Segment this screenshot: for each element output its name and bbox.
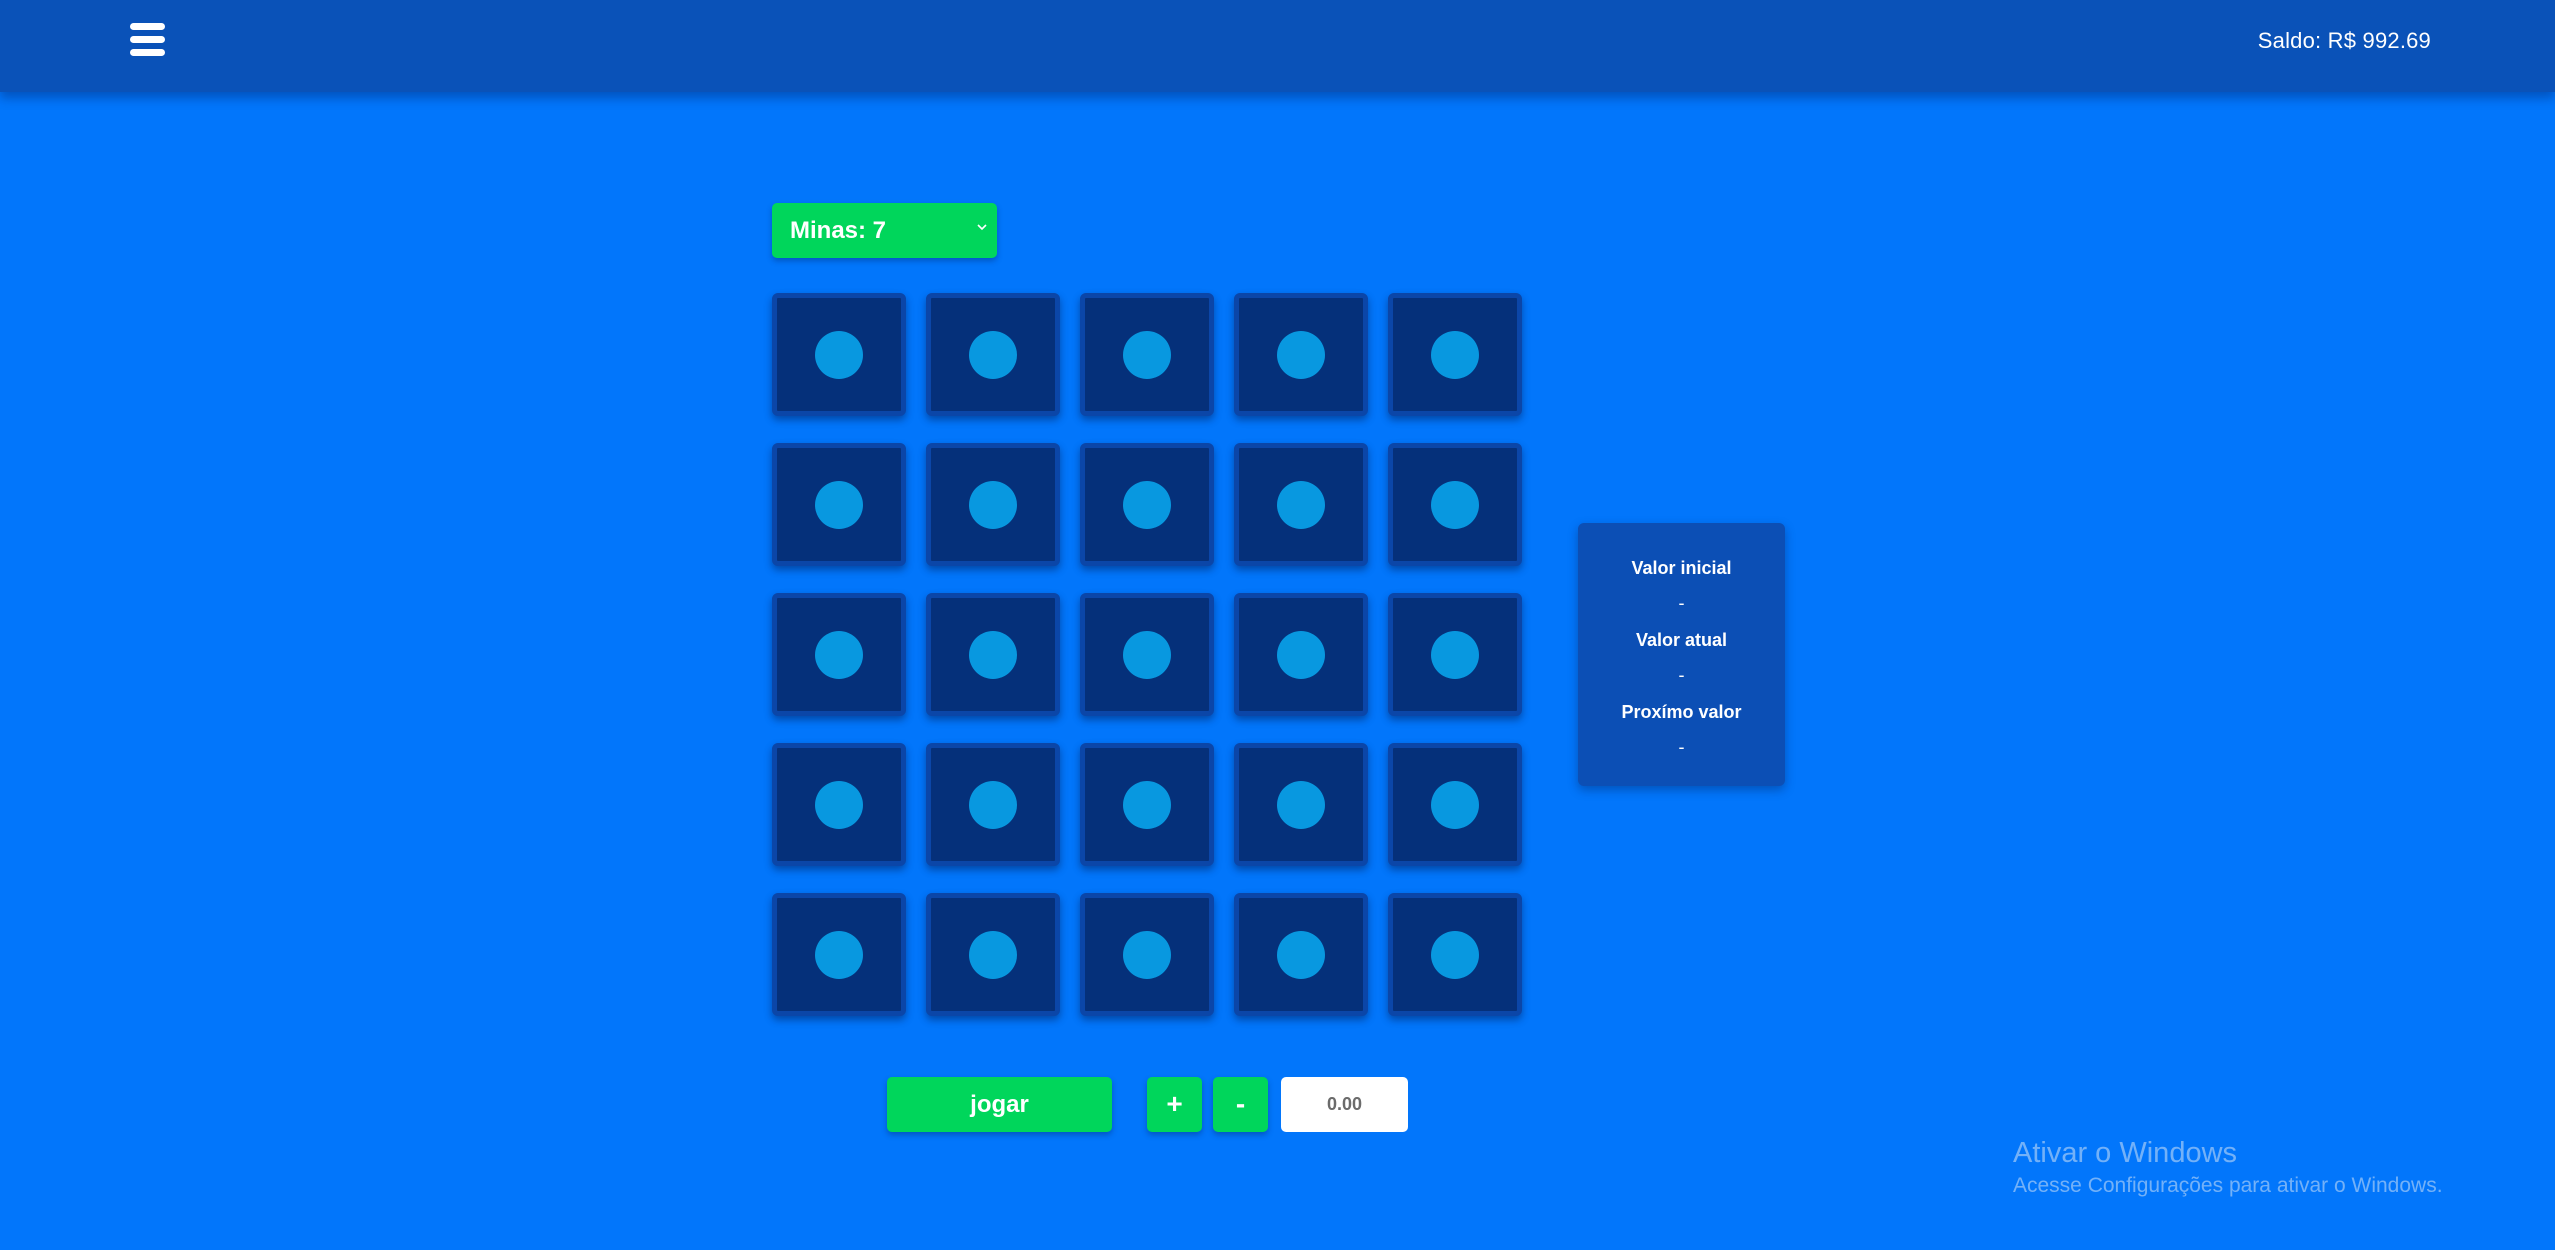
mine-cell[interactable] bbox=[926, 443, 1060, 566]
circle-icon bbox=[1123, 930, 1171, 979]
circle-icon bbox=[1431, 480, 1479, 529]
next-value: - bbox=[1678, 737, 1685, 757]
mine-cell[interactable] bbox=[1234, 743, 1368, 866]
increase-bet-button[interactable]: + bbox=[1147, 1077, 1202, 1132]
circle-icon bbox=[1123, 780, 1171, 829]
circle-icon bbox=[1277, 480, 1325, 529]
circle-icon bbox=[1123, 330, 1171, 379]
mines-select[interactable]: Minas: 7 bbox=[772, 203, 997, 258]
mine-cell[interactable] bbox=[926, 593, 1060, 716]
mine-cell[interactable] bbox=[926, 893, 1060, 1016]
circle-icon bbox=[1277, 930, 1325, 979]
balance-label: Saldo: R$ 992.69 bbox=[2257, 28, 2431, 53]
mine-cell[interactable] bbox=[1234, 893, 1368, 1016]
current-value: - bbox=[1678, 665, 1685, 685]
watermark-title: Ativar o Windows bbox=[2013, 1137, 2238, 1169]
circle-icon bbox=[969, 780, 1017, 829]
circle-icon bbox=[969, 480, 1017, 529]
play-button[interactable]: jogar bbox=[887, 1077, 1112, 1132]
mines-grid bbox=[772, 293, 1522, 1016]
windows-activation-watermark: Ativar o Windows Acesse Configurações pa… bbox=[2013, 1135, 2443, 1201]
menu-line bbox=[130, 49, 165, 56]
circle-icon bbox=[969, 330, 1017, 379]
circle-icon bbox=[1123, 480, 1171, 529]
circle-icon bbox=[1431, 630, 1479, 679]
mine-cell[interactable] bbox=[1388, 743, 1522, 866]
mine-cell[interactable] bbox=[1080, 443, 1214, 566]
top-bar: Saldo: R$ 992.69 bbox=[0, 0, 2555, 92]
mine-cell[interactable] bbox=[1080, 293, 1214, 416]
hamburger-menu-icon[interactable] bbox=[128, 20, 168, 60]
mine-cell[interactable] bbox=[772, 443, 906, 566]
mine-cell[interactable] bbox=[1388, 893, 1522, 1016]
circle-icon bbox=[815, 630, 863, 679]
mine-cell[interactable] bbox=[1234, 593, 1368, 716]
initial-value: - bbox=[1678, 593, 1685, 613]
current-value-label: Valor atual bbox=[1635, 630, 1728, 650]
circle-icon bbox=[1431, 780, 1479, 829]
bet-amount-input[interactable] bbox=[1281, 1077, 1408, 1132]
mine-cell[interactable] bbox=[1388, 293, 1522, 416]
circle-icon bbox=[969, 930, 1017, 979]
circle-icon bbox=[1431, 930, 1479, 979]
menu-line bbox=[130, 23, 165, 30]
mine-cell[interactable] bbox=[926, 293, 1060, 416]
circle-icon bbox=[815, 480, 863, 529]
next-value-label: Proxímo valor bbox=[1621, 702, 1742, 722]
mine-cell[interactable] bbox=[926, 743, 1060, 866]
mine-cell[interactable] bbox=[772, 293, 906, 416]
watermark-subtitle: Acesse Configurações para ativar o Windo… bbox=[2013, 1174, 2443, 1197]
mine-cell[interactable] bbox=[1080, 743, 1214, 866]
circle-icon bbox=[969, 630, 1017, 679]
mine-cell[interactable] bbox=[1234, 293, 1368, 416]
circle-icon bbox=[1277, 630, 1325, 679]
mine-cell[interactable] bbox=[772, 593, 906, 716]
initial-value-label: Valor inicial bbox=[1631, 558, 1732, 578]
circle-icon bbox=[1277, 330, 1325, 379]
mines-select-label: Minas: 7 bbox=[790, 217, 887, 244]
menu-line bbox=[130, 36, 165, 43]
mine-cell[interactable] bbox=[1388, 593, 1522, 716]
mine-cell[interactable] bbox=[1080, 593, 1214, 716]
chevron-down-icon bbox=[977, 224, 987, 231]
mine-cell[interactable] bbox=[772, 893, 906, 1016]
circle-icon bbox=[815, 330, 863, 379]
circle-icon bbox=[815, 930, 863, 979]
mine-cell[interactable] bbox=[1388, 443, 1522, 566]
mine-cell[interactable] bbox=[772, 743, 906, 866]
decrease-bet-button[interactable]: - bbox=[1213, 1077, 1268, 1132]
mine-cell[interactable] bbox=[1234, 443, 1368, 566]
info-panel: Valor inicial - Valor atual - Proxímo va… bbox=[1578, 523, 1785, 786]
circle-icon bbox=[1123, 630, 1171, 679]
circle-icon bbox=[1277, 780, 1325, 829]
circle-icon bbox=[815, 780, 863, 829]
circle-icon bbox=[1431, 330, 1479, 379]
mine-cell[interactable] bbox=[1080, 893, 1214, 1016]
